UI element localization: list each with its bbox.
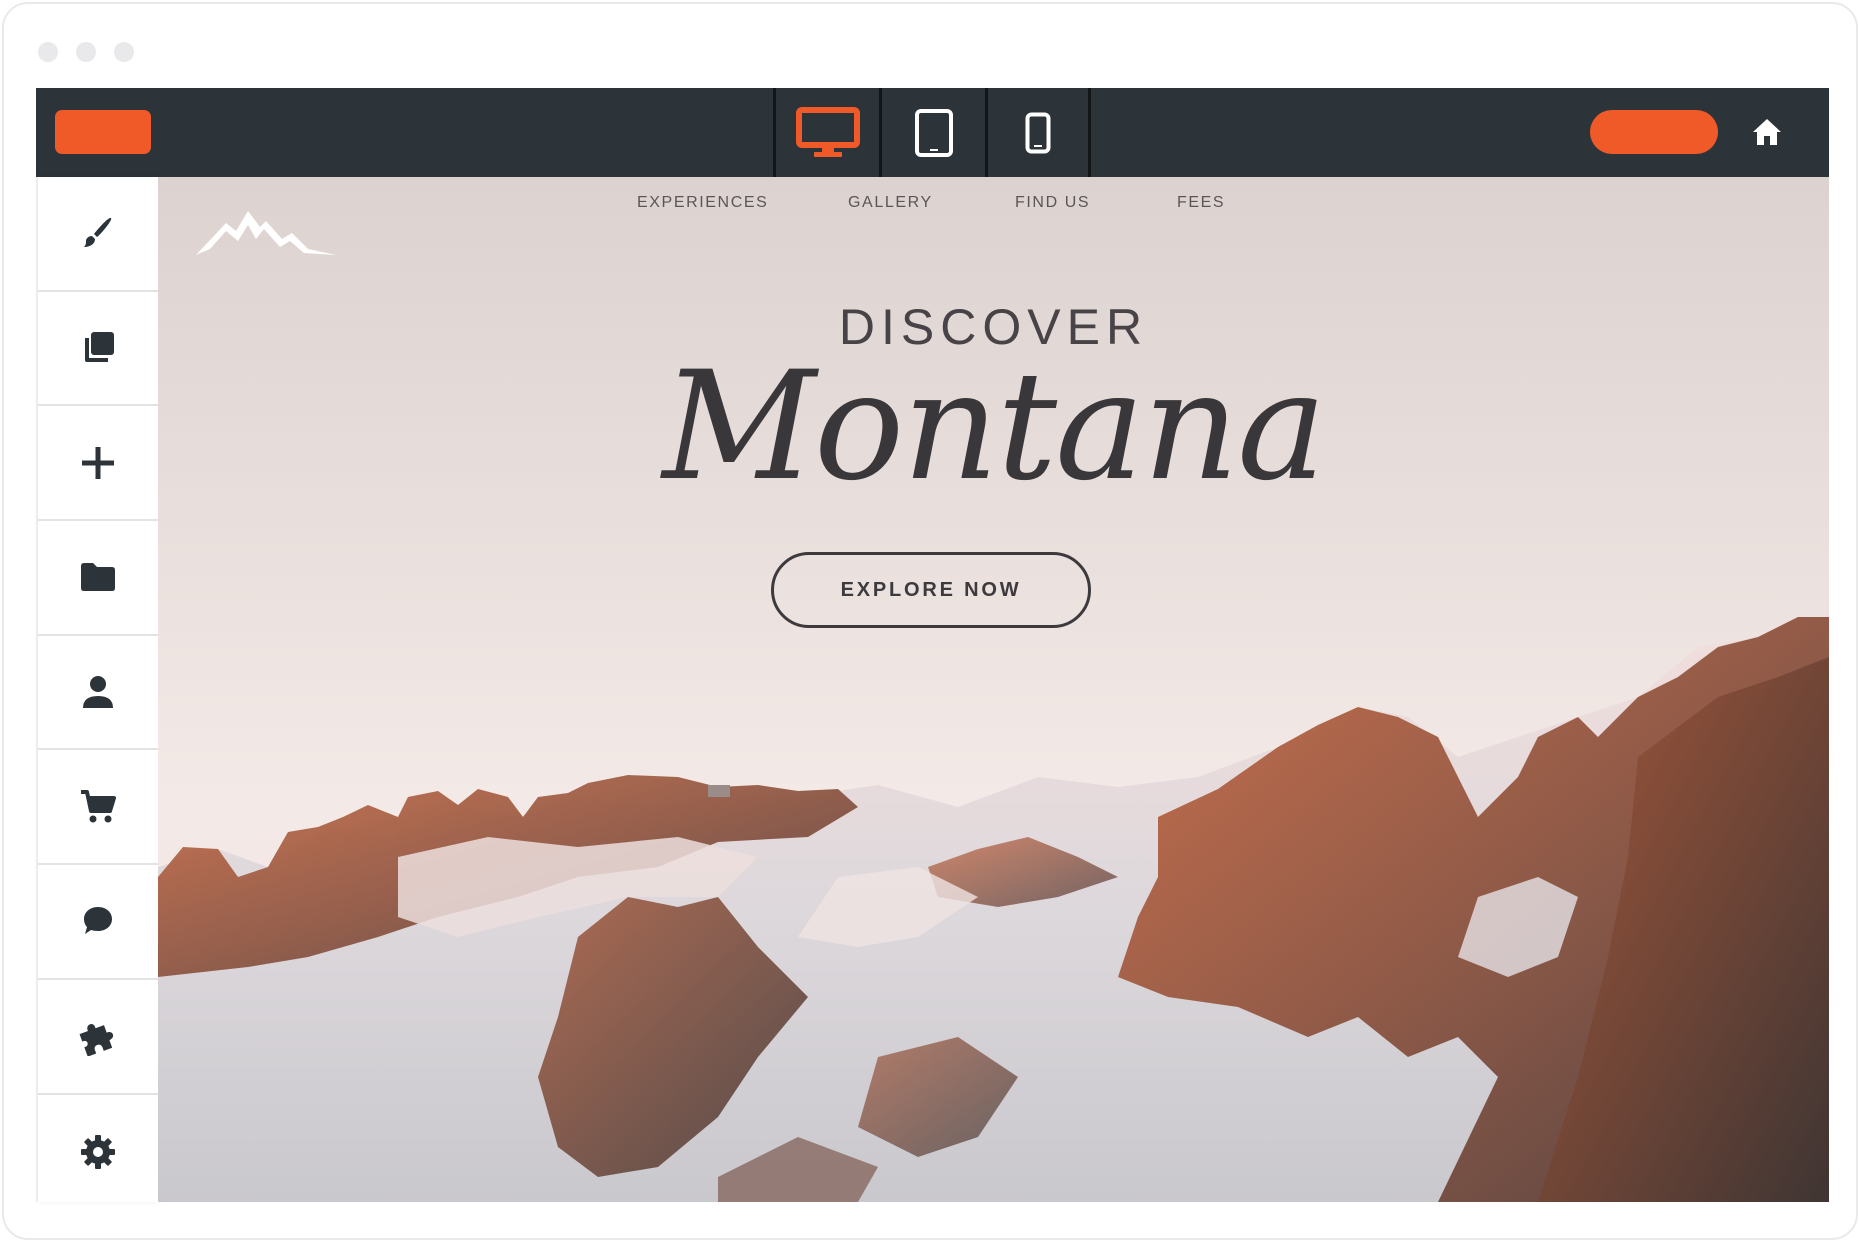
tablet-view-button[interactable] <box>879 88 985 177</box>
sidebar-item-design[interactable] <box>38 177 158 292</box>
puzzle-icon <box>79 1024 114 1057</box>
hero-title: Montana <box>662 340 1326 514</box>
plus-icon <box>82 446 114 479</box>
sidebar-item-files[interactable] <box>38 521 158 636</box>
tablet-icon <box>914 108 953 157</box>
chat-icon <box>84 907 112 935</box>
sidebar-item-settings[interactable] <box>38 1095 158 1210</box>
sidebar-item-add[interactable] <box>38 406 158 522</box>
layers-icon <box>85 332 114 363</box>
desktop-view-button[interactable] <box>773 88 879 177</box>
editor-toolbar <box>36 88 1829 177</box>
nav-link-gallery[interactable]: GALLERY <box>848 194 933 212</box>
site-preview[interactable]: EXPERIENCES GALLERY FIND US FEES DISCOVE… <box>158 177 1829 1202</box>
device-switcher <box>773 88 1091 177</box>
folder-icon <box>81 563 115 592</box>
mountain-logo-icon[interactable] <box>196 203 336 257</box>
site-nav: EXPERIENCES GALLERY FIND US FEES <box>158 194 1829 218</box>
person-icon <box>83 676 113 709</box>
sidebar-item-apps[interactable] <box>38 980 158 1095</box>
mobile-view-button[interactable] <box>985 88 1091 177</box>
window-dot-2 <box>76 42 96 62</box>
explore-now-button[interactable]: EXPLORE NOW <box>771 552 1091 628</box>
brush-icon <box>84 218 112 248</box>
toolbar-right-button[interactable] <box>1590 110 1718 154</box>
toolbar-left-button[interactable] <box>55 110 151 154</box>
window-dot-1 <box>38 42 58 62</box>
home-button[interactable] <box>1748 113 1786 151</box>
sidebar-item-pages[interactable] <box>38 292 158 407</box>
window-dot-3 <box>114 42 134 62</box>
nav-link-fees[interactable]: FEES <box>1177 194 1225 212</box>
nav-link-find-us[interactable]: FIND US <box>1015 194 1090 212</box>
desktop-icon <box>795 106 860 157</box>
nav-link-experiences[interactable]: EXPERIENCES <box>637 194 768 212</box>
sidebar-item-account[interactable] <box>38 636 158 751</box>
sidebar-item-store[interactable] <box>38 750 158 866</box>
home-icon <box>1753 119 1781 145</box>
editor-sidebar <box>36 177 158 1202</box>
cart-icon <box>81 789 116 823</box>
mobile-icon <box>1025 112 1051 153</box>
sidebar-item-chat[interactable] <box>38 865 158 980</box>
gear-icon <box>81 1134 115 1169</box>
